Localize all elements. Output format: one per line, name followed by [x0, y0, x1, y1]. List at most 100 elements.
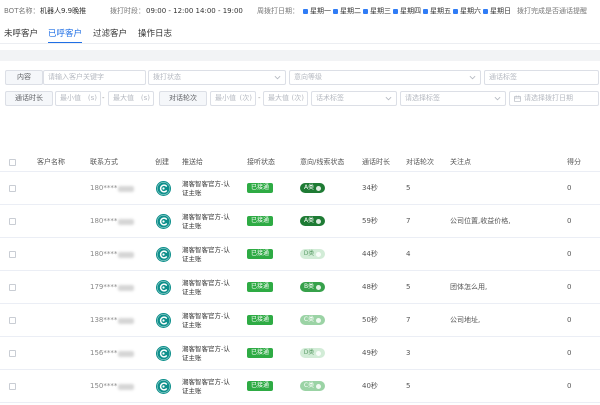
script-tag-select[interactable]: 话术标签 [311, 91, 397, 106]
intent-level-pill[interactable]: D类 [300, 348, 325, 358]
tab-operation-log[interactable]: 操作日志 [138, 29, 172, 42]
answer-status-badge: 已接通 [247, 216, 273, 226]
phone-number: 156**** [90, 349, 118, 357]
dial-status-select[interactable]: 拨打状态 [148, 70, 286, 85]
header-dialog-rounds[interactable]: 对话轮次 [406, 158, 434, 167]
phone-number: 180**** [90, 217, 118, 225]
day-tag-label: 星期二 [340, 7, 361, 15]
table-row[interactable]: 180**** 潮客智客官方-认证主账 已接通 D类 44秒 4 0 [0, 238, 600, 271]
tab-uncalled-customers[interactable]: 未呼客户 [4, 29, 38, 42]
row-checkbox[interactable] [9, 185, 16, 192]
pushed-to-cell: 潮客智客官方-认证主账 [182, 246, 230, 263]
day-tag-thursday: 星期四 [393, 7, 421, 16]
call-duration-label: 通话时长 [5, 91, 53, 106]
intent-level-pill[interactable]: A类 [300, 183, 325, 193]
rounds-range-separator: - [258, 94, 261, 102]
header-call-duration[interactable]: 通话时长 [362, 158, 390, 167]
answer-status-badge: 已接通 [247, 282, 273, 292]
row-checkbox[interactable] [9, 383, 16, 390]
table-row[interactable]: 180**** 潮客智客官方-认证主账 已接通 A类 34秒 5 0 [0, 172, 600, 205]
score-cell: 0 [567, 217, 572, 225]
chevron-down-icon [385, 96, 392, 101]
header-answer-status[interactable]: 接听状态 [247, 158, 275, 167]
rounds-max-placeholder: 最大值 [268, 94, 289, 102]
table-row[interactable]: 179**** 潮客智客官方-认证主账 已接通 B类 48秒 5 团体怎么用, 0 [0, 271, 600, 304]
rounds-max-unit: (次) [291, 94, 304, 102]
intent-level-pill[interactable]: A类 [300, 216, 325, 226]
row-checkbox[interactable] [9, 350, 16, 357]
phone-masked-blur [118, 185, 135, 192]
intent-level-pill[interactable]: C类 [300, 381, 325, 391]
header-focus-points[interactable]: 关注点 [450, 158, 471, 167]
intent-level-select[interactable]: 意向等级 [289, 70, 481, 85]
tag-select[interactable]: 请选择标签 [400, 91, 506, 106]
section-separator [0, 50, 600, 61]
phone-number: 180**** [90, 184, 118, 192]
header-customer-name[interactable]: 客户名称 [37, 158, 65, 167]
tabs-divider [0, 43, 600, 44]
calendar-icon [514, 95, 521, 102]
table-row[interactable]: 180**** 潮客智客官方-认证主账 已接通 A类 59秒 7 公司位置,收益价格, 0 [0, 205, 600, 238]
dialog-rounds-cell: 3 [406, 349, 411, 357]
row-checkbox[interactable] [9, 284, 16, 291]
call-duration-cell: 59秒 [362, 217, 378, 225]
day-tag-wednesday: 星期三 [363, 7, 391, 16]
table-row[interactable]: 150**** 潮客智客官方-认证主账 已接通 C类 40秒 5 0 [0, 370, 600, 403]
call-duration-cell: 50秒 [362, 316, 378, 324]
call-date-picker[interactable]: 请选择拨打日期 [509, 91, 599, 106]
header-creator[interactable]: 创建 [155, 158, 169, 167]
header-score[interactable]: 得分 [567, 158, 581, 167]
header-pushed-to[interactable]: 推送给 [182, 158, 203, 167]
call-tag-input[interactable]: 通话标签 [484, 70, 599, 85]
rounds-min-input[interactable]: 最小值 (次) [210, 91, 256, 106]
phone-cell: 180**** [90, 184, 135, 193]
keyword-placeholder: 请输入客户关键字 [48, 73, 104, 81]
bot-info-bar: BOT名称： 机器人9.9晚推 拨打时段： 09:00 - 12:00 14:0… [0, 0, 600, 22]
phone-masked-blur [118, 350, 135, 357]
bot-logo-avatar-icon [156, 280, 171, 295]
table-row[interactable]: 156**** 潮客智客官方-认证主账 已接通 D类 49秒 3 0 [0, 337, 600, 370]
row-checkbox[interactable] [9, 251, 16, 258]
header-contact[interactable]: 联系方式 [90, 158, 118, 167]
intent-level-pill[interactable]: B类 [300, 282, 325, 292]
keyword-input[interactable]: 请输入客户关键字 [43, 70, 146, 85]
tab-filtered-customers[interactable]: 过滤客户 [93, 29, 127, 42]
phone-cell: 156**** [90, 349, 135, 358]
answer-status-badge: 已接通 [247, 348, 273, 358]
header-intent-status[interactable]: 意向/线索状态 [300, 158, 344, 167]
select-all-checkbox[interactable] [9, 159, 16, 166]
phone-masked-blur [118, 218, 135, 225]
focus-points-cell: 公司位置,收益价格, [450, 217, 511, 225]
rounds-max-input[interactable]: 最大值 (次) [263, 91, 308, 106]
rounds-min-placeholder: 最小值 [215, 94, 236, 102]
script-tag-placeholder: 话术标签 [316, 94, 344, 102]
table-row[interactable]: 138**** 潮客智客官方-认证主账 已接通 C类 50秒 7 公司地址, 0 [0, 304, 600, 337]
intent-level-pill[interactable]: D类 [300, 249, 325, 259]
content-filter-label: 内容 [5, 70, 43, 85]
bot-name-label: BOT名称： [4, 7, 40, 15]
dialog-rounds-cell: 5 [406, 184, 411, 192]
chevron-down-icon [494, 96, 501, 101]
bot-logo-avatar-icon [156, 181, 171, 196]
tab-called-customers[interactable]: 已呼客户 [48, 29, 83, 43]
phone-cell: 150**** [90, 382, 135, 391]
bot-logo-avatar-icon [156, 214, 171, 229]
duration-range-separator: - [102, 94, 105, 102]
row-checkbox[interactable] [9, 317, 16, 324]
row-checkbox[interactable] [9, 218, 16, 225]
day-tag-monday: 星期一 [303, 7, 331, 16]
call-duration-cell: 49秒 [362, 349, 378, 357]
duration-min-input[interactable]: 最小值 (s) [55, 91, 101, 106]
intent-level-placeholder: 意向等级 [294, 73, 322, 81]
intent-level-pill[interactable]: C类 [300, 315, 325, 325]
creator-avatar [156, 379, 171, 394]
duration-max-input[interactable]: 最大值 (s) [108, 91, 154, 106]
intent-level-label: C类 [303, 316, 315, 323]
phone-cell: 180**** [90, 217, 135, 226]
dialog-rounds-label: 对话轮次 [159, 91, 207, 106]
call-days-label: 周拨打日期： [257, 7, 299, 15]
dialog-rounds-cell: 7 [406, 316, 411, 324]
phone-number: 138**** [90, 316, 118, 324]
bot-logo-avatar-icon [156, 247, 171, 262]
rounds-min-unit: (次) [239, 94, 252, 102]
